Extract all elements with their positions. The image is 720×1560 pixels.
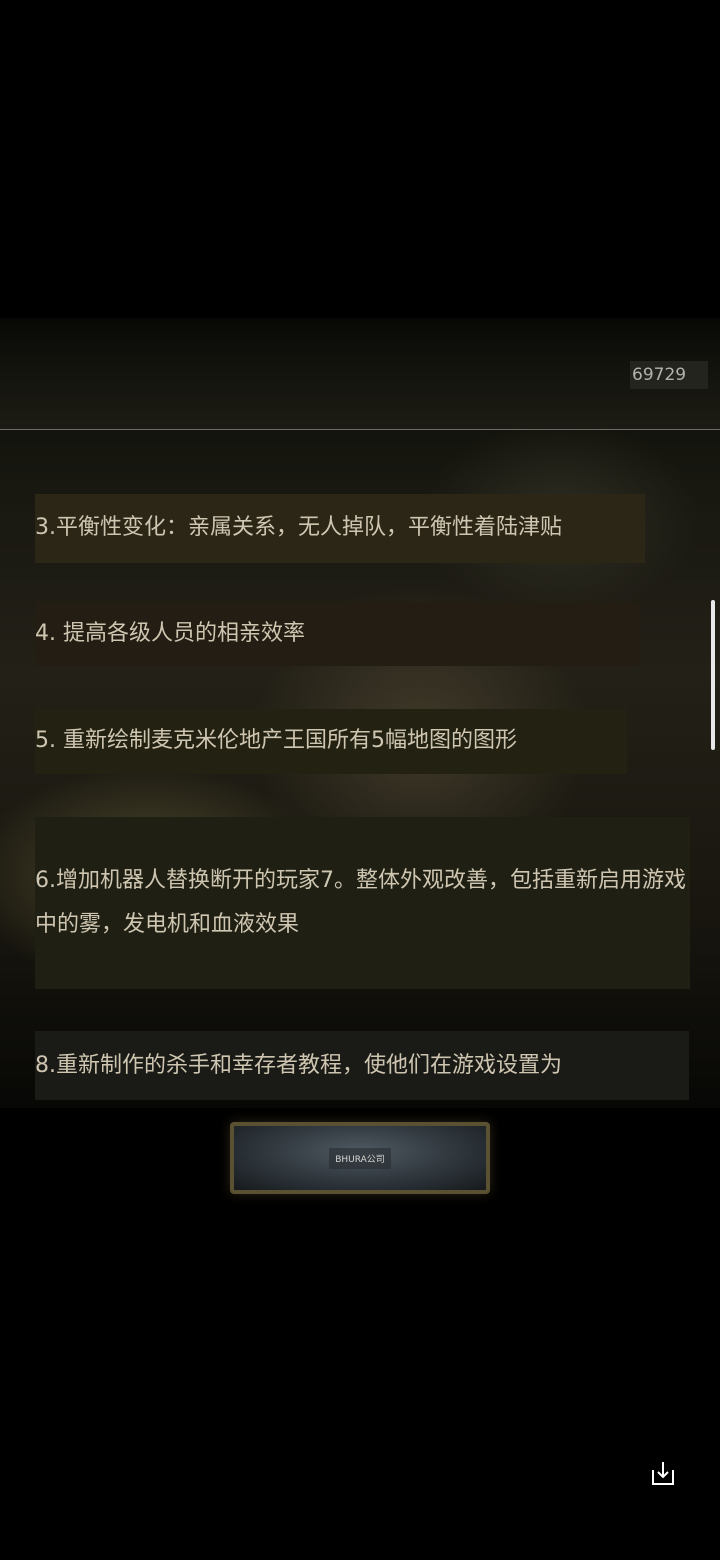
- company-button-label: BHURA公司: [329, 1147, 391, 1169]
- patch-note-4: 4. 提高各级人员的相亲效率: [35, 602, 639, 666]
- patch-note-8: 8.重新制作的杀手和幸存者教程，使他们在游戏设置为: [35, 1031, 689, 1100]
- divider: [0, 429, 720, 430]
- header-background: [0, 318, 720, 430]
- patch-note-5: 5. 重新绘制麦克米伦地产王国所有5幅地图的图形: [35, 709, 627, 774]
- company-button[interactable]: BHURA公司: [230, 1122, 490, 1194]
- download-icon: [652, 1462, 674, 1485]
- scrollbar[interactable]: [711, 600, 715, 750]
- patch-note-3: 3.平衡性变化：亲属关系，无人掉队，平衡性着陆津贴: [35, 494, 645, 563]
- patch-note-6: 6.增加机器人替换断开的玩家7。整体外观改善，包括重新启用游戏中的雾，发电机和血…: [35, 817, 690, 989]
- id-label: 69729: [630, 361, 708, 389]
- download-button[interactable]: [647, 1458, 679, 1490]
